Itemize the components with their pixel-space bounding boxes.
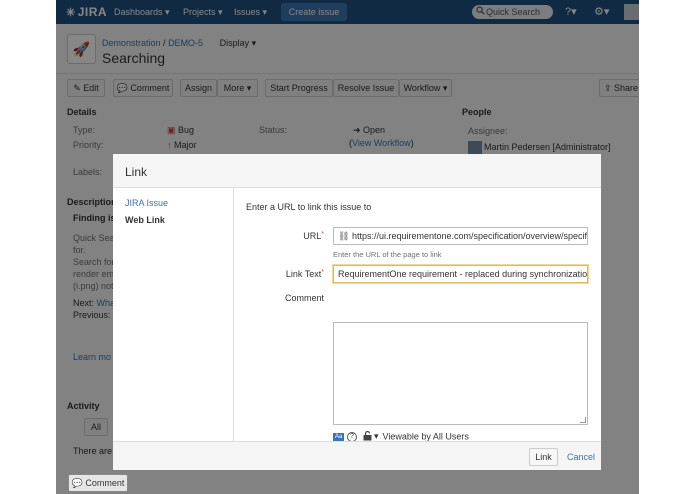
bottom-comment-label: Comment [85, 478, 125, 488]
url-label-text: URL [303, 231, 322, 241]
cancel-link[interactable]: Cancel [567, 452, 595, 462]
sidebar-item-web-link[interactable]: Web Link [125, 215, 165, 225]
comment-textarea[interactable] [333, 322, 588, 425]
bottom-comment-button[interactable]: 💬 Comment [68, 474, 128, 492]
chevron-down-icon[interactable]: ▾ [374, 431, 379, 441]
visibility-text: Viewable by All Users [382, 431, 469, 442]
link-text-label: Link Text* [238, 269, 324, 279]
link-text-label-text: Link Text [285, 269, 322, 279]
dialog-body: Enter a URL to link this issue to URL* ⛓… [234, 188, 601, 442]
dialog-footer: Link Cancel [113, 441, 601, 470]
link-text-field[interactable]: RequirementOne requirement - replaced du… [333, 265, 588, 283]
dialog-header: Link [113, 154, 601, 188]
resize-handle[interactable] [580, 417, 586, 423]
url-value: https://ui.requirementone.com/specificat… [351, 231, 588, 241]
required-marker: * [321, 231, 324, 238]
dialog-title: Link [125, 165, 148, 179]
link-dialog: Link JIRA Issue Web Link Enter a URL to … [113, 154, 601, 470]
left-gutter [0, 0, 56, 494]
right-gutter [639, 0, 695, 494]
speech-bubble-icon: 💬 [71, 478, 86, 488]
comment-label: Comment [284, 293, 324, 303]
required-marker: * [321, 269, 324, 276]
dialog-sidebar: JIRA Issue Web Link [113, 188, 234, 441]
url-label: URL* [238, 231, 324, 241]
dialog-intro: Enter a URL to link this issue to [246, 202, 372, 212]
link-submit-button[interactable]: Link [529, 448, 558, 466]
url-field[interactable]: ⛓ https://ui.requirementone.com/specific… [333, 227, 588, 245]
jira-app: ✳ JIRA Dashboards ▾ Projects ▾ Issues ▾ C… [56, 0, 639, 494]
link-icon: ⛓ [338, 231, 352, 241]
url-hint: Enter the URL of the page to link [333, 250, 442, 259]
sidebar-item-jira-issue[interactable]: JIRA Issue [125, 198, 168, 208]
